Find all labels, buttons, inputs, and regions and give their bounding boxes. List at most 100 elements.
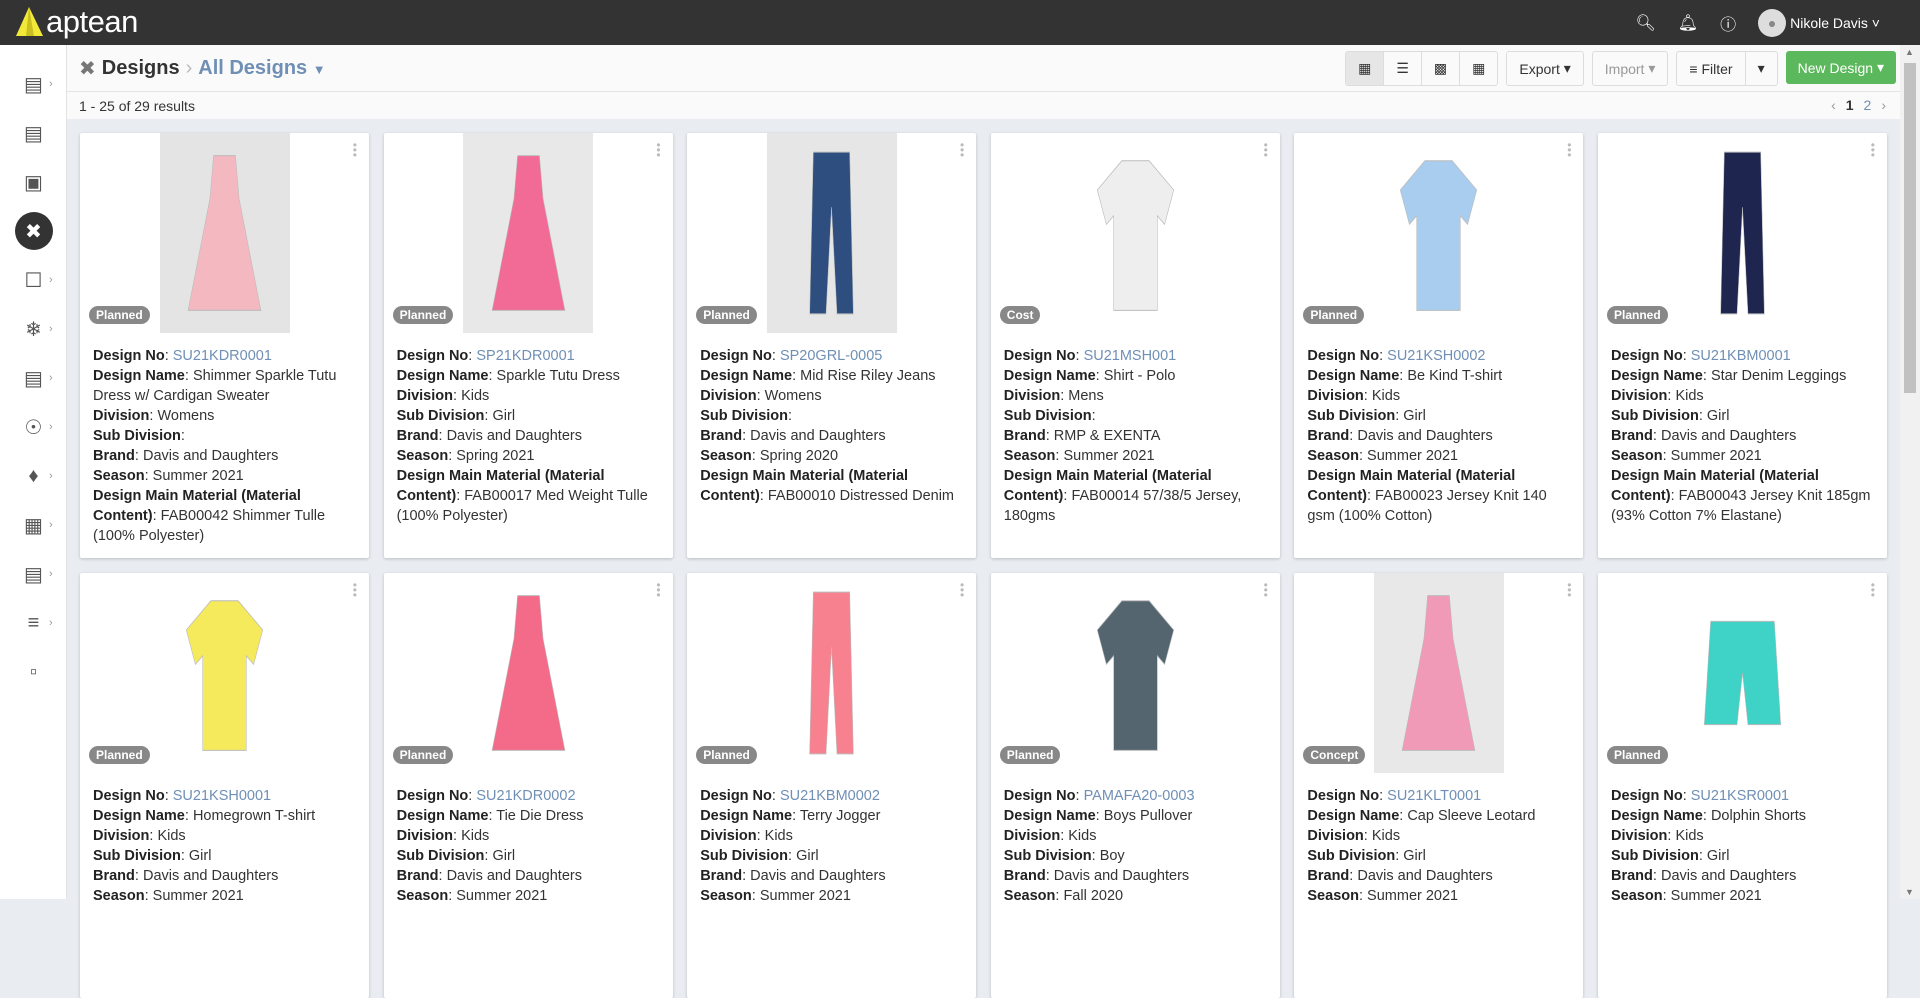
field-value: Spring 2021 bbox=[456, 448, 535, 464]
sidebar-item-share[interactable]: ☉ › bbox=[0, 407, 67, 447]
sidebar-item-sample[interactable]: ☐ › bbox=[0, 260, 67, 300]
breadcrumb-root[interactable]: Designs bbox=[102, 57, 180, 80]
aptean-logo[interactable]: aptean bbox=[14, 4, 138, 40]
card-menu-icon[interactable]: • • • bbox=[1567, 579, 1571, 601]
card-menu-icon[interactable]: • • • bbox=[960, 139, 964, 161]
field-brand: Brand: Davis and Daughters bbox=[1003, 868, 1190, 884]
field-label: Sub Division bbox=[396, 408, 485, 424]
sidebar-item-settings-list[interactable]: ≡ › bbox=[0, 603, 67, 643]
field-value[interactable]: SU21KBM0001 bbox=[1691, 348, 1791, 364]
sidebar-item-tag[interactable]: ♦ › bbox=[0, 456, 67, 496]
design-card[interactable]: • • • Planned Design No: SU21KDR0002 Design N… bbox=[383, 573, 673, 998]
view-selector[interactable]: All Designs ▼ bbox=[198, 57, 325, 80]
field-division: Division: Kids bbox=[700, 828, 793, 844]
design-card[interactable]: • • • Cost Design No: SU21MSH001 Design Name:… bbox=[990, 133, 1280, 558]
design-card[interactable]: • • • Planned Design No: SU21KDR0001 Design N… bbox=[80, 133, 369, 558]
design-image[interactable] bbox=[1373, 133, 1504, 333]
card-menu-icon[interactable]: • • • bbox=[353, 579, 357, 601]
card-menu-icon[interactable]: • • • bbox=[1871, 139, 1875, 161]
design-card[interactable]: • • • Planned Design No: SP21KDR0001 Design N… bbox=[383, 133, 673, 558]
swatch-view-button[interactable]: ▩ bbox=[1422, 52, 1461, 85]
prev-page-button[interactable]: ‹ bbox=[1831, 97, 1836, 113]
next-page-button[interactable]: › bbox=[1881, 97, 1886, 113]
design-card[interactable]: • • • Planned Design No: SU21KSR0001 Design N… bbox=[1598, 573, 1887, 998]
design-image[interactable] bbox=[1070, 133, 1201, 333]
list-view-button[interactable]: ☰ bbox=[1384, 52, 1422, 85]
design-image[interactable] bbox=[1677, 133, 1808, 333]
user-menu[interactable]: ● Nikole Davis ˅ bbox=[1758, 8, 1880, 37]
field-label: Design No bbox=[1003, 788, 1076, 804]
design-image[interactable] bbox=[766, 573, 897, 773]
user-name: Nikole Davis bbox=[1790, 14, 1868, 31]
field-value[interactable]: SU21KDR0001 bbox=[173, 348, 272, 364]
design-card[interactable]: • • • Planned Design No: PAMAFA20-0003 Design… bbox=[990, 573, 1280, 998]
sidebar-item-calculator[interactable]: ▦ › bbox=[0, 505, 67, 545]
design-card[interactable]: • • • Planned Design No: SU21KSH0001 Design N… bbox=[80, 573, 369, 998]
scrollbar[interactable]: ▲ ▼ bbox=[1900, 45, 1920, 899]
search-icon[interactable]: 🔍︎ bbox=[1635, 13, 1655, 33]
card-menu-icon[interactable]: • • • bbox=[1871, 579, 1875, 601]
sidebar-item-snowflake[interactable]: ❄ › bbox=[0, 309, 67, 349]
card-menu-icon[interactable]: • • • bbox=[1264, 139, 1268, 161]
sidebar-item-catalog[interactable]: ▤ bbox=[0, 113, 67, 153]
design-card[interactable]: • • • Planned Design No: SU21KSH0002 Design N… bbox=[1294, 133, 1584, 558]
design-card[interactable]: • • • Planned Design No: SU21KBM0002 Design N… bbox=[687, 573, 977, 998]
field-value[interactable]: SU21KBM0002 bbox=[780, 788, 880, 804]
sidebar-item-archive[interactable]: ▤ › bbox=[0, 554, 67, 594]
field-season: Season: Summer 2021 bbox=[1307, 448, 1459, 464]
export-button[interactable]: Export ▾ bbox=[1507, 52, 1582, 85]
new-design-button[interactable]: New Design ▾ bbox=[1785, 51, 1896, 84]
grid-view-button[interactable]: ▦ bbox=[1346, 52, 1385, 85]
field-label: Division bbox=[1611, 388, 1668, 404]
field-value[interactable]: PAMAFA20-0003 bbox=[1084, 788, 1195, 804]
design-image[interactable] bbox=[766, 133, 897, 333]
field-division: Division: Womens bbox=[700, 388, 822, 404]
field-value[interactable]: SU21KSH0001 bbox=[173, 788, 271, 804]
design-card[interactable]: • • • Concept Design No: SU21KLT0001 Design N… bbox=[1294, 573, 1584, 998]
filter-button[interactable]: ≡ Filter bbox=[1677, 52, 1746, 85]
design-image[interactable] bbox=[1070, 573, 1201, 773]
scrollbar-thumb[interactable] bbox=[1904, 63, 1916, 393]
design-image[interactable] bbox=[463, 573, 594, 773]
scroll-up-icon[interactable]: ▲ bbox=[1905, 47, 1914, 57]
import-button[interactable]: Import ▾ bbox=[1593, 52, 1668, 85]
design-card[interactable]: • • • Planned Design No: SP20GRL-0005 Design … bbox=[687, 133, 977, 558]
card-menu-icon[interactable]: • • • bbox=[656, 579, 660, 601]
filter-dropdown-button[interactable]: ▾ bbox=[1746, 52, 1777, 85]
design-image[interactable] bbox=[1677, 573, 1808, 773]
design-image[interactable] bbox=[463, 133, 594, 333]
sidebar-item-document[interactable]: ▤ › bbox=[0, 358, 67, 398]
page-2[interactable]: 2 bbox=[1864, 97, 1872, 113]
field-value: Summer 2021 bbox=[1367, 888, 1459, 904]
field-value[interactable]: SU21KDR0002 bbox=[476, 788, 575, 804]
card-menu-icon[interactable]: • • • bbox=[960, 579, 964, 601]
design-image[interactable] bbox=[159, 573, 290, 773]
field-value[interactable]: SP21KDR0001 bbox=[476, 348, 574, 364]
design-image[interactable] bbox=[1373, 573, 1504, 773]
field-value[interactable]: SU21MSH001 bbox=[1084, 348, 1177, 364]
sidebar-item-trash[interactable]: ▫ bbox=[0, 652, 67, 692]
card-menu-icon[interactable]: • • • bbox=[353, 139, 357, 161]
card-menu-icon[interactable]: • • • bbox=[1567, 139, 1571, 161]
scroll-down-icon[interactable]: ▼ bbox=[1905, 887, 1914, 897]
card-menu-icon[interactable]: • • • bbox=[1264, 579, 1268, 601]
design-card[interactable]: • • • Planned Design No: SU21KBM0001 Design N… bbox=[1598, 133, 1887, 558]
sidebar-item-designs[interactable]: ✖ bbox=[0, 211, 67, 251]
design-image[interactable] bbox=[159, 133, 290, 333]
help-icon[interactable]: ⓘ bbox=[1720, 11, 1736, 35]
field-value[interactable]: SP20GRL-0005 bbox=[780, 348, 882, 364]
sidebar-item-palette[interactable]: ▤ › bbox=[0, 64, 67, 104]
field-value: Davis and Daughters bbox=[1357, 868, 1493, 884]
calculator-view-button[interactable]: ▦ bbox=[1460, 52, 1497, 85]
field-value[interactable]: SU21KSH0002 bbox=[1387, 348, 1485, 364]
field-value: Summer 2021 bbox=[456, 888, 548, 904]
bell-icon[interactable]: 🔔︎ bbox=[1678, 13, 1698, 33]
page-1[interactable]: 1 bbox=[1846, 97, 1854, 113]
sidebar-item-image[interactable]: ▣ bbox=[0, 162, 67, 202]
card-menu-icon[interactable]: • • • bbox=[656, 139, 660, 161]
field-value[interactable]: SU21KSR0001 bbox=[1691, 788, 1789, 804]
field-brand: Brand: Davis and Daughters bbox=[1611, 428, 1797, 444]
field-value[interactable]: SU21KLT0001 bbox=[1387, 788, 1481, 804]
field-value: Davis and Daughters bbox=[1660, 868, 1797, 884]
top-bar: aptean 🔍︎ 🔔︎ ⓘ ● Nikole Davis ˅ bbox=[0, 0, 1920, 45]
